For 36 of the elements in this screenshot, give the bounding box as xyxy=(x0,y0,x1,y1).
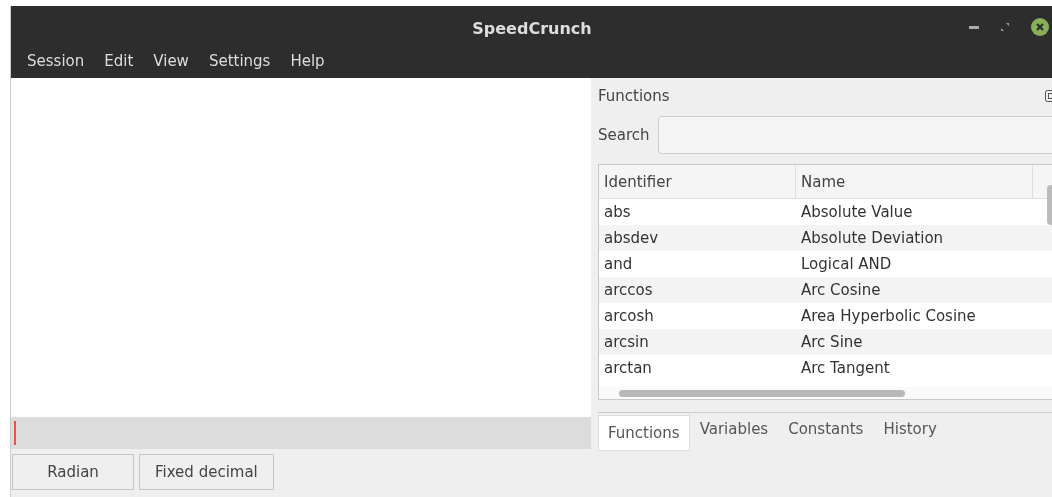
mode-button[interactable]: Fixed decimal xyxy=(139,454,274,490)
scrollbar-thumb[interactable] xyxy=(619,389,905,397)
table-cell-text: and xyxy=(603,255,634,273)
table-cell-text: absdev xyxy=(603,229,660,247)
tab[interactable]: Variables xyxy=(689,411,779,451)
search-field[interactable] xyxy=(657,116,1052,154)
menu-item[interactable]: Help xyxy=(282,50,333,72)
menu-item[interactable]: View xyxy=(145,50,197,72)
table-cell-text: arctan xyxy=(603,359,653,377)
table-cell-text: abs xyxy=(603,203,632,221)
table-cell-text: Arc Tangent xyxy=(800,359,891,377)
panel-title: Functions xyxy=(598,87,670,105)
tab[interactable]: Functions xyxy=(598,415,690,451)
maximize-icon[interactable] xyxy=(1001,23,1009,31)
window-title: SpeedCrunch xyxy=(472,18,592,38)
table-cell-text: Absolute Value xyxy=(800,203,914,221)
table-cell-text: Logical AND xyxy=(800,255,893,273)
close-icon[interactable] xyxy=(1031,18,1049,36)
table-cell-text: arccos xyxy=(603,281,654,299)
column-header[interactable]: Name xyxy=(796,165,1033,198)
menu-item[interactable]: Edit xyxy=(96,50,142,72)
expression-input[interactable] xyxy=(11,417,591,449)
table-cell-text: Arc Cosine xyxy=(800,281,882,299)
tab[interactable]: Constants xyxy=(778,411,874,451)
table-cell-text: arcsin xyxy=(603,333,650,351)
search-label: Search xyxy=(598,126,650,144)
tab[interactable]: History xyxy=(873,411,947,451)
table-cell-text: Arc Sine xyxy=(800,333,864,351)
menu-item[interactable]: Session xyxy=(19,50,93,72)
menu-item[interactable]: Settings xyxy=(200,50,279,72)
column-header[interactable]: Identifier xyxy=(599,165,796,198)
table-cell-text: Area Hyperbolic Cosine xyxy=(800,307,977,325)
mode-button[interactable]: Radian xyxy=(12,454,134,490)
table-cell-text: arcosh xyxy=(603,307,655,325)
minimize-icon[interactable] xyxy=(969,25,979,29)
table-cell-text: Absolute Deviation xyxy=(800,229,945,247)
